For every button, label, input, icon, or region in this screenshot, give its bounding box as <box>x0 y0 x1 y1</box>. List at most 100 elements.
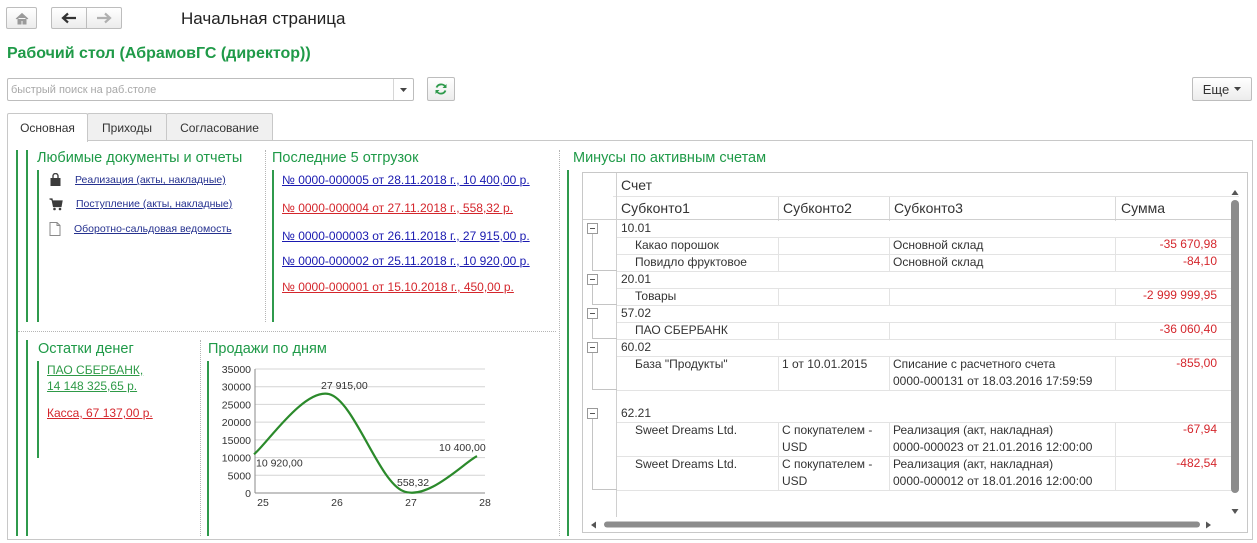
arrow-right-icon <box>97 12 112 24</box>
money-link-cash[interactable]: Касса, 67 137,00 р. <box>47 405 153 421</box>
divider <box>265 150 266 322</box>
minus-title: Минусы по активным счетам <box>573 150 767 166</box>
cell-border <box>1115 288 1116 305</box>
shipment-link[interactable]: № 0000-000003 от 26.11.2018 г., 27 915,0… <box>282 229 530 243</box>
vertical-scrollbar[interactable] <box>1228 188 1242 517</box>
cell-sub3[interactable]: Реализация (акт, накладная) <box>893 456 1053 472</box>
cell-sub2-line2[interactable]: USD <box>782 473 807 489</box>
favorite-item[interactable]: Реализация (акты, накладные) <box>49 171 226 189</box>
shipment-link[interactable]: № 0000-000005 от 28.11.2018 г., 10 400,0… <box>282 173 530 187</box>
minus-table[interactable]: Счет Субконто1 Субконто2 Субконто3 Сумма… <box>582 172 1248 533</box>
forward-button[interactable] <box>86 7 122 29</box>
cell-sub3[interactable]: Основной склад <box>893 237 983 253</box>
cell-sum[interactable]: -2 999 999,95 <box>1143 288 1217 302</box>
favorite-link[interactable]: Реализация (акты, накладные) <box>75 174 226 186</box>
favorites-title: Любимые документы и отчеты <box>37 150 243 166</box>
tab-label: Основная <box>20 121 75 135</box>
shipment-link[interactable]: № 0000-000001 от 15.10.2018 г., 450,00 р… <box>282 280 514 294</box>
cell-border <box>1115 356 1116 390</box>
tree-line <box>592 489 617 490</box>
search-box[interactable] <box>7 78 414 101</box>
home-button[interactable] <box>6 7 37 29</box>
tab-receipts[interactable]: Приходы <box>87 113 167 141</box>
collapse-toggle[interactable] <box>587 308 598 319</box>
divider <box>200 340 201 536</box>
group-account[interactable]: 10.01 <box>621 220 651 236</box>
favorite-item[interactable]: Оборотно-сальдовая ведомость <box>49 220 232 238</box>
tab-approval[interactable]: Согласование <box>166 113 273 141</box>
money-link-bank[interactable]: ПАО СБЕРБАНК, 14 148 325,65 р. <box>47 362 143 394</box>
cell-border <box>889 322 890 339</box>
group-border <box>37 170 39 322</box>
cell-sub2[interactable]: С покупателем - <box>782 456 872 472</box>
cell-sub3[interactable]: Списание с расчетного счета <box>893 356 1055 372</box>
back-button[interactable] <box>51 7 87 29</box>
cell-sub3-line2[interactable]: 0000-000023 от 21.01.2016 12:00:00 <box>893 439 1092 455</box>
cell-sub2[interactable]: С покупателем - <box>782 422 872 438</box>
group-account[interactable]: 60.02 <box>621 339 651 355</box>
cell-sub3[interactable]: Основной склад <box>893 254 983 270</box>
cell-sub3-line2[interactable]: 0000-000012 от 18.01.2016 12:00:00 <box>893 473 1092 489</box>
cell-sum[interactable]: -84,10 <box>1183 254 1217 268</box>
group-account[interactable]: 57.02 <box>621 305 651 321</box>
cell-sum[interactable]: -35 670,98 <box>1160 237 1217 251</box>
group-account[interactable]: 62.21 <box>621 405 651 421</box>
favorite-link[interactable]: Поступление (акты, накладные) <box>76 198 232 210</box>
cell-sub3-line2[interactable]: 0000-000131 от 18.03.2016 17:59:59 <box>893 373 1092 389</box>
cell-sub2[interactable]: 1 от 10.01.2015 <box>782 356 867 372</box>
favorite-item[interactable]: Поступление (акты, накладные) <box>49 195 232 213</box>
cell-border <box>1115 254 1116 271</box>
horizontal-scrollbar[interactable] <box>590 519 1226 531</box>
cell-sum[interactable]: -67,94 <box>1183 422 1217 436</box>
column-header-sub1[interactable]: Субконто1 <box>621 200 690 216</box>
group-account[interactable]: 20.01 <box>621 271 651 287</box>
cell-sub1[interactable]: Sweet Dreams Ltd. <box>635 456 737 472</box>
group-border <box>37 361 39 458</box>
search-input[interactable] <box>8 79 394 100</box>
cell-sub1[interactable]: Sweet Dreams Ltd. <box>635 422 737 438</box>
cell-border <box>889 288 890 305</box>
column-header-sub2[interactable]: Субконто2 <box>783 200 852 216</box>
cell-sum[interactable]: -36 060,40 <box>1160 322 1217 336</box>
collapse-toggle[interactable] <box>587 342 598 353</box>
cell-sub2-line2[interactable]: USD <box>782 439 807 455</box>
y-tick-label: 20000 <box>222 417 251 429</box>
cell-border <box>778 356 779 390</box>
refresh-button[interactable] <box>427 77 455 101</box>
cell-sub1[interactable]: ПАО СБЕРБАНК <box>635 322 728 338</box>
cell-sum[interactable]: -482,54 <box>1176 456 1217 470</box>
shipment-link[interactable]: № 0000-000004 от 27.11.2018 г., 558,32 р… <box>282 201 513 215</box>
cell-sub1[interactable]: Какао порошок <box>635 237 719 253</box>
cell-sub3[interactable]: Реализация (акт, накладная) <box>893 422 1053 438</box>
favorite-link[interactable]: Оборотно-сальдовая ведомость <box>74 223 232 235</box>
cell-sub1[interactable]: Повидло фруктовое <box>635 254 747 270</box>
cell-border <box>1115 237 1116 254</box>
cell-sub1[interactable]: База "Продукты" <box>635 356 728 372</box>
y-tick-label: 5000 <box>228 470 252 482</box>
shipment-link[interactable]: № 0000-000002 от 25.11.2018 г., 10 920,0… <box>282 254 530 268</box>
collapse-toggle[interactable] <box>587 223 598 234</box>
y-tick-label: 0 <box>245 488 251 500</box>
tree-line <box>592 234 593 271</box>
column-separator <box>889 197 890 221</box>
collapse-toggle[interactable] <box>587 274 598 285</box>
cell-border <box>778 456 779 490</box>
cell-sum[interactable]: -855,00 <box>1176 356 1217 370</box>
cell-sub1[interactable]: Товары <box>635 288 676 304</box>
column-header-account[interactable]: Счет <box>621 177 652 193</box>
more-button[interactable]: Еще <box>1192 77 1252 101</box>
tab-main[interactable]: Основная <box>7 113 88 142</box>
search-dropdown-button[interactable] <box>393 79 413 100</box>
bag-icon <box>50 173 61 186</box>
group-border <box>567 170 569 536</box>
column-header-sum[interactable]: Сумма <box>1121 200 1165 216</box>
column-header-sub3[interactable]: Субконто3 <box>894 200 963 216</box>
tree-border <box>616 173 617 517</box>
money-link-line: 14 148 325,65 р. <box>47 379 138 393</box>
group-border <box>26 150 28 322</box>
collapse-toggle[interactable] <box>587 408 598 419</box>
cell-border <box>778 237 779 254</box>
row-line <box>617 305 1239 306</box>
data-label: 558,32 <box>397 477 429 489</box>
y-tick-label: 15000 <box>222 435 251 447</box>
